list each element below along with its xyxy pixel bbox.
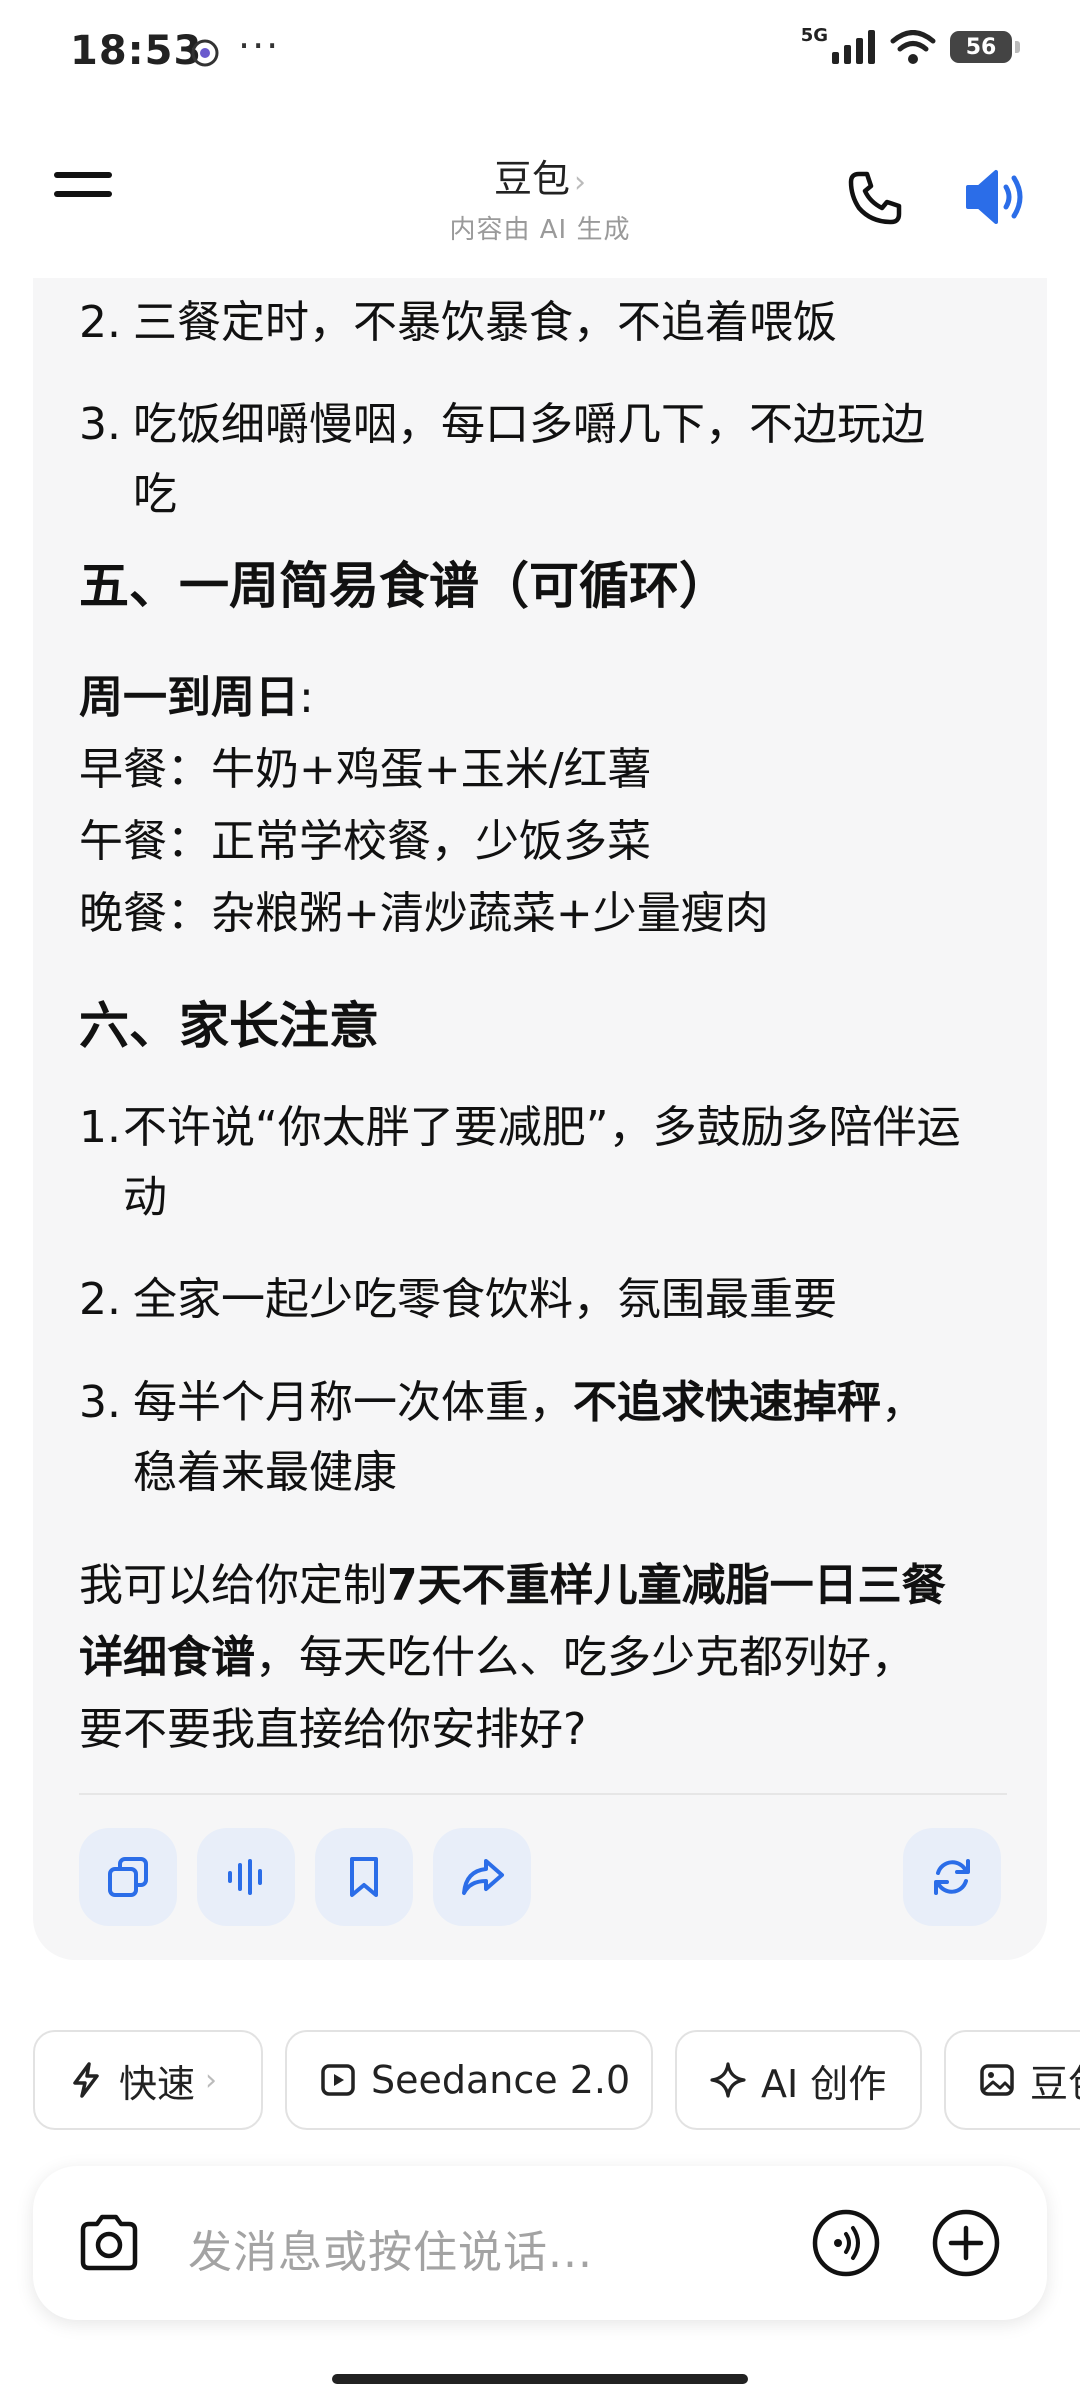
top-bar: 豆包 › 内容由 AI 生成 <box>0 110 1080 280</box>
copy-icon <box>108 1857 148 1897</box>
section-heading: 六、家长注意 <box>79 997 379 1055</box>
network-label: 5G <box>800 24 828 46</box>
chip-doubao-image[interactable]: 豆包 <box>944 2030 1080 2130</box>
week-label: 周一到周日: <box>79 672 314 723</box>
message-input[interactable]: 发消息或按住说话... <box>188 2216 593 2280</box>
closing-paragraph: 我可以给你定制7天不重样儿童减脂一日三餐 详细食谱，每天吃什么、吃多少克都列好，… <box>79 1560 946 1755</box>
battery-indicator: 56 <box>950 31 1020 63</box>
chip-chevron-icon: › <box>205 2062 218 2098</box>
refresh-icon <box>934 1859 970 1895</box>
camera-icon[interactable] <box>75 2210 143 2276</box>
meal-line: 早餐：牛奶+鸡蛋+玉米/红薯 <box>79 744 652 795</box>
regenerate-button[interactable] <box>903 1828 1001 1926</box>
status-more-dots: ··· <box>238 24 281 68</box>
list-item: 2. 三餐定时，不暴饮暴食，不追着喂饭 <box>79 297 837 348</box>
message-input-bar: 发消息或按住说话... <box>33 2166 1047 2320</box>
wifi-icon <box>890 30 936 64</box>
status-bar: 18:53 ··· 5G 56 <box>0 0 1080 110</box>
meal-line: 午餐：正常学校餐，少饭多菜 <box>79 816 651 867</box>
play-icon <box>321 2064 355 2096</box>
phone-call-icon[interactable] <box>845 168 905 228</box>
image-icon <box>980 2064 1014 2096</box>
chip-ai-create[interactable]: AI 创作 <box>675 2030 922 2130</box>
chip-fast[interactable]: 快速 › <box>33 2030 263 2130</box>
speaker-icon[interactable] <box>964 166 1030 228</box>
chip-seedance[interactable]: Seedance 2.0 <box>285 2030 653 2130</box>
ai-generated-note: 内容由 AI 生成 <box>449 215 631 245</box>
quick-chips-row: 快速› Seedance 2.0 AI 创作 豆包 <box>0 2030 1080 2134</box>
voice-call-icon[interactable] <box>811 2208 881 2278</box>
audio-wave-icon <box>228 1859 262 1895</box>
ai-message-card: 2. 三餐定时，不暴饮暴食，不追着喂饭 3. 吃饭细嚼慢咽，每口多嚼几下，不边玩… <box>33 278 1047 1960</box>
chat-title: 豆包 › <box>493 157 586 201</box>
status-right: 5G 56 <box>801 25 1020 64</box>
bookmark-icon <box>350 1857 378 1897</box>
copy-button[interactable] <box>79 1828 177 1926</box>
list-item: 3. 吃饭细嚼慢咽，每口多嚼几下，不边玩边 吃 <box>79 399 925 520</box>
list-item: 2. 全家一起少吃零食饮料，氛围最重要 <box>79 1274 837 1325</box>
sparkle-icon <box>710 2062 746 2098</box>
list-item: 1. 不许说“你太胖了要减肥”，多鼓励多陪伴运 动 <box>79 1102 961 1223</box>
title-area[interactable]: 豆包 › 内容由 AI 生成 <box>0 148 1080 246</box>
section-heading: 五、一周简易食谱（可循环） <box>79 557 729 615</box>
read-aloud-button[interactable] <box>197 1828 295 1926</box>
status-time: 18:53 <box>70 28 203 74</box>
home-indicator[interactable] <box>332 2374 748 2384</box>
bookmark-button[interactable] <box>315 1828 413 1926</box>
divider <box>79 1793 1007 1795</box>
list-item: 3. 每半个月称一次体重，不追求快速掉秤， 稳着来最健康 <box>79 1377 925 1498</box>
title-chevron-icon: › <box>574 165 586 200</box>
share-button[interactable] <box>433 1828 531 1926</box>
lightning-icon <box>73 2062 99 2098</box>
plus-icon[interactable] <box>931 2208 1001 2278</box>
share-arrow-icon <box>462 1859 504 1895</box>
signal-icon <box>832 30 875 64</box>
meal-line: 晚餐：杂粮粥+清炒蔬菜+少量瘦肉 <box>79 888 769 939</box>
app-notification-icon <box>191 39 219 67</box>
